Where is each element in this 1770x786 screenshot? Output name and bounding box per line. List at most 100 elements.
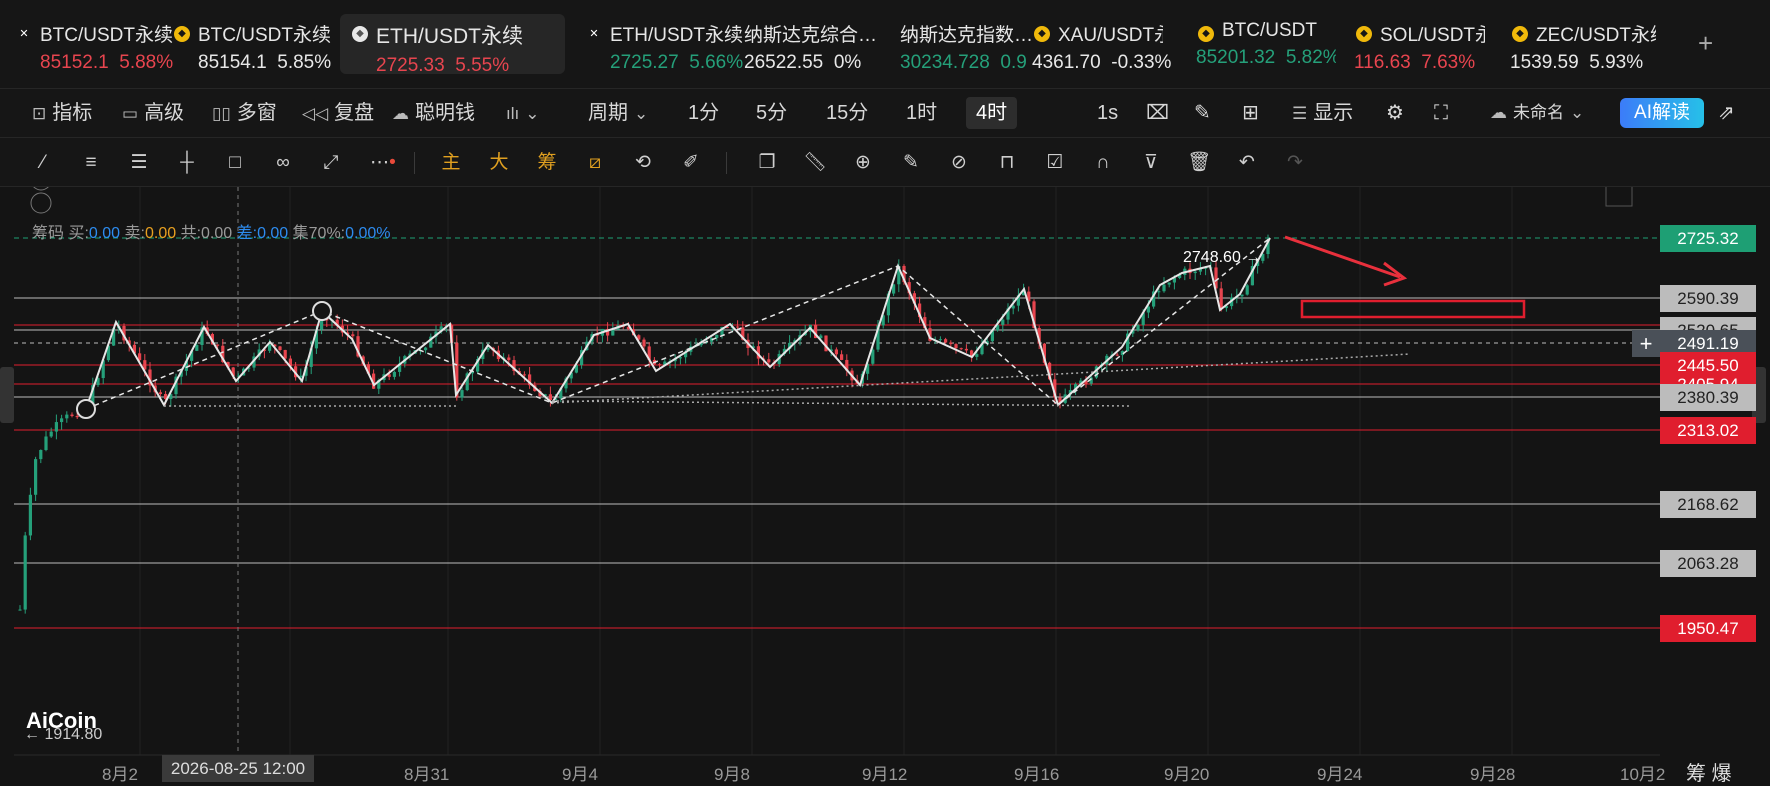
candlesticks bbox=[18, 234, 1270, 614]
candle-body bbox=[658, 364, 662, 366]
ticker-tab-eth-usdt-perp-active[interactable]: ◆ ETH/USDT永续 2725.33 5.55% bbox=[340, 14, 565, 74]
candle-body bbox=[736, 326, 740, 328]
plus-icon: + bbox=[1640, 331, 1653, 356]
candle-body bbox=[834, 349, 838, 355]
period-dropdown[interactable]: 周期 ⌄ bbox=[588, 97, 654, 129]
rectangle-tool-icon[interactable]: □ bbox=[222, 150, 248, 176]
candle-body bbox=[60, 418, 64, 423]
layout-name-dropdown[interactable]: ☁ 未命名 ⌄ bbox=[1490, 97, 1590, 129]
advanced-button[interactable]: ▭ 高级 bbox=[122, 97, 184, 129]
ticker-tab-sol-usdt-perp[interactable]: ◆ SOL/USDT永续 116.63 7.63% bbox=[1344, 14, 1494, 74]
red-arrow-line[interactable] bbox=[1284, 235, 1401, 279]
candle-body bbox=[954, 344, 958, 349]
anchor-point[interactable] bbox=[76, 399, 96, 419]
undo-icon[interactable]: ↶ bbox=[1234, 150, 1260, 176]
horizontal-ray-tool-icon[interactable]: ┼ bbox=[174, 150, 200, 176]
candle-body bbox=[1240, 294, 1244, 297]
magnet-icon[interactable]: ∩ bbox=[1090, 150, 1116, 176]
date-tick-label: 9月8 bbox=[714, 765, 750, 784]
candle-body bbox=[1193, 271, 1197, 274]
bottom-indicator-tags[interactable]: 筹 爆 bbox=[1686, 757, 1732, 786]
ticker-tab-xau-usdt-perp[interactable]: ◆ XAU/USDT永续 4361.70 -0.33% bbox=[1022, 14, 1172, 74]
sync-icon[interactable]: ⟲ bbox=[630, 150, 656, 176]
trend-line-tool-icon[interactable]: ⁄ bbox=[30, 150, 56, 176]
share-icon[interactable]: ⇗ bbox=[1718, 97, 1735, 129]
camera-icon[interactable]: ⌧ bbox=[1146, 97, 1169, 129]
multi-window-button[interactable]: ▯▯ 多窗 bbox=[212, 97, 277, 129]
crosshair-date-label: 2026-08-25 12:00 bbox=[162, 755, 314, 782]
pencil-icon[interactable]: ✎ bbox=[1194, 97, 1211, 129]
candle-body bbox=[1162, 284, 1166, 292]
ticker-price: 1539.59 5.93% bbox=[1510, 52, 1644, 73]
candle-body bbox=[268, 344, 272, 351]
candle-body bbox=[678, 357, 682, 359]
ticker-price: 85201.32 5.82% bbox=[1196, 47, 1336, 68]
indicator-icon: ⊡ bbox=[32, 104, 47, 123]
edit-list-icon[interactable]: ☑ bbox=[1042, 150, 1068, 176]
chip-distribution-info: 筹码 买:0.00 卖:0.00 共:0.00 差:0.00 集70%:0.00… bbox=[32, 225, 391, 242]
candle-body bbox=[460, 390, 464, 398]
period-1s[interactable]: 1s bbox=[1097, 97, 1118, 129]
chart-pattern-icon[interactable]: ⧄ bbox=[582, 150, 608, 176]
main-chart-tool[interactable]: 主 bbox=[438, 150, 464, 176]
price-chart[interactable]: + 筹码 买:0.00 卖:0.00 共:0.00 差:0.00 集70%:0.… bbox=[0, 187, 1770, 786]
expand-icon[interactable] bbox=[31, 187, 51, 191]
eraser-icon[interactable]: ✎ bbox=[898, 150, 924, 176]
chart-type-dropdown[interactable]: ılı ⌄ bbox=[506, 97, 545, 129]
redo-icon[interactable]: ↷ bbox=[1282, 150, 1308, 176]
ai-interpret-button[interactable]: AI解读 bbox=[1620, 98, 1704, 128]
smart-money-button[interactable]: ☁ 聪明钱 bbox=[392, 97, 475, 129]
lock-icon[interactable]: ⊓ bbox=[994, 150, 1020, 176]
period-4h-selected[interactable]: 4时 bbox=[966, 97, 1018, 129]
horizontal-lines-tool-icon[interactable]: ☰ bbox=[126, 150, 152, 176]
replay-button[interactable]: ◁◁ 复盘 bbox=[302, 97, 374, 129]
candlestick-icon: ılı bbox=[506, 104, 520, 123]
candle-body bbox=[1167, 282, 1171, 285]
settings-icon[interactable]: ⚙ bbox=[1386, 97, 1404, 129]
fullscreen-icon[interactable]: ⛶ bbox=[1434, 97, 1448, 129]
hide-drawings-icon[interactable]: ⊘ bbox=[946, 150, 972, 176]
price-axis-label: 2590.39 bbox=[1660, 285, 1756, 312]
fit-screen-icon[interactable] bbox=[1605, 187, 1633, 207]
candle-body bbox=[54, 422, 58, 432]
brush-icon[interactable]: ✐ bbox=[678, 150, 704, 176]
pattern-tool-icon[interactable]: ∞ bbox=[270, 150, 296, 176]
candle-body bbox=[278, 346, 282, 351]
display-button[interactable]: ☰ 显示 bbox=[1292, 97, 1353, 129]
grid-icon: ▯▯ bbox=[212, 104, 231, 123]
price-axis-label: 2313.02 bbox=[1660, 417, 1756, 444]
date-tick-label: 9月20 bbox=[1164, 765, 1210, 784]
exchange-icon: ✕ bbox=[19, 28, 29, 40]
ticker-tab-btc-usdt-spot[interactable]: ◆ BTC/USDT 85201.32 5.82% bbox=[1186, 14, 1336, 74]
collapse-icon[interactable] bbox=[30, 192, 52, 214]
ticker-tab-zec-usdt-perp[interactable]: ◆ ZEC/USDT永续 1539.59 5.93% bbox=[1500, 14, 1665, 74]
red-target-box[interactable] bbox=[1300, 299, 1526, 319]
trash-icon[interactable]: 🗑︎ bbox=[1186, 150, 1212, 176]
big-order-tool[interactable]: 大 bbox=[486, 150, 512, 176]
support-dotted-line-2[interactable] bbox=[551, 400, 1131, 407]
measure-tool-icon[interactable]: ⤢ bbox=[318, 150, 344, 176]
period-1h[interactable]: 1时 bbox=[906, 97, 937, 129]
period-15m[interactable]: 15分 bbox=[826, 97, 868, 129]
candle-body bbox=[548, 394, 552, 401]
add-panel-icon[interactable]: ⊞ bbox=[1242, 97, 1259, 129]
ticker-price: 116.63 7.63% bbox=[1354, 52, 1476, 73]
anchor-point[interactable] bbox=[312, 301, 332, 321]
parallel-lines-tool-icon[interactable]: ≡ bbox=[78, 150, 104, 176]
period-1m[interactable]: 1分 bbox=[688, 97, 719, 129]
add-tab-icon[interactable]: + bbox=[1698, 28, 1713, 59]
copy-icon[interactable]: ❐ bbox=[754, 150, 780, 176]
chart-canvas[interactable]: + bbox=[0, 187, 1770, 783]
period-5m[interactable]: 5分 bbox=[756, 97, 787, 129]
indicator-button[interactable]: ⊡ 指标 bbox=[32, 97, 92, 129]
zoom-in-icon[interactable]: ⊕ bbox=[850, 150, 876, 176]
candle-body bbox=[767, 359, 771, 363]
candle-body bbox=[195, 345, 199, 351]
binance-icon: ◆ bbox=[1512, 26, 1528, 42]
ruler-icon[interactable]: 📏︎ bbox=[802, 150, 828, 176]
filter-icon[interactable]: ⊽ bbox=[1138, 150, 1164, 176]
left-panel-handle[interactable] bbox=[0, 367, 14, 423]
candle-body bbox=[1157, 291, 1161, 293]
chips-tool[interactable]: 筹 bbox=[534, 150, 560, 176]
more-tools-icon[interactable]: ⋯• bbox=[366, 150, 400, 176]
